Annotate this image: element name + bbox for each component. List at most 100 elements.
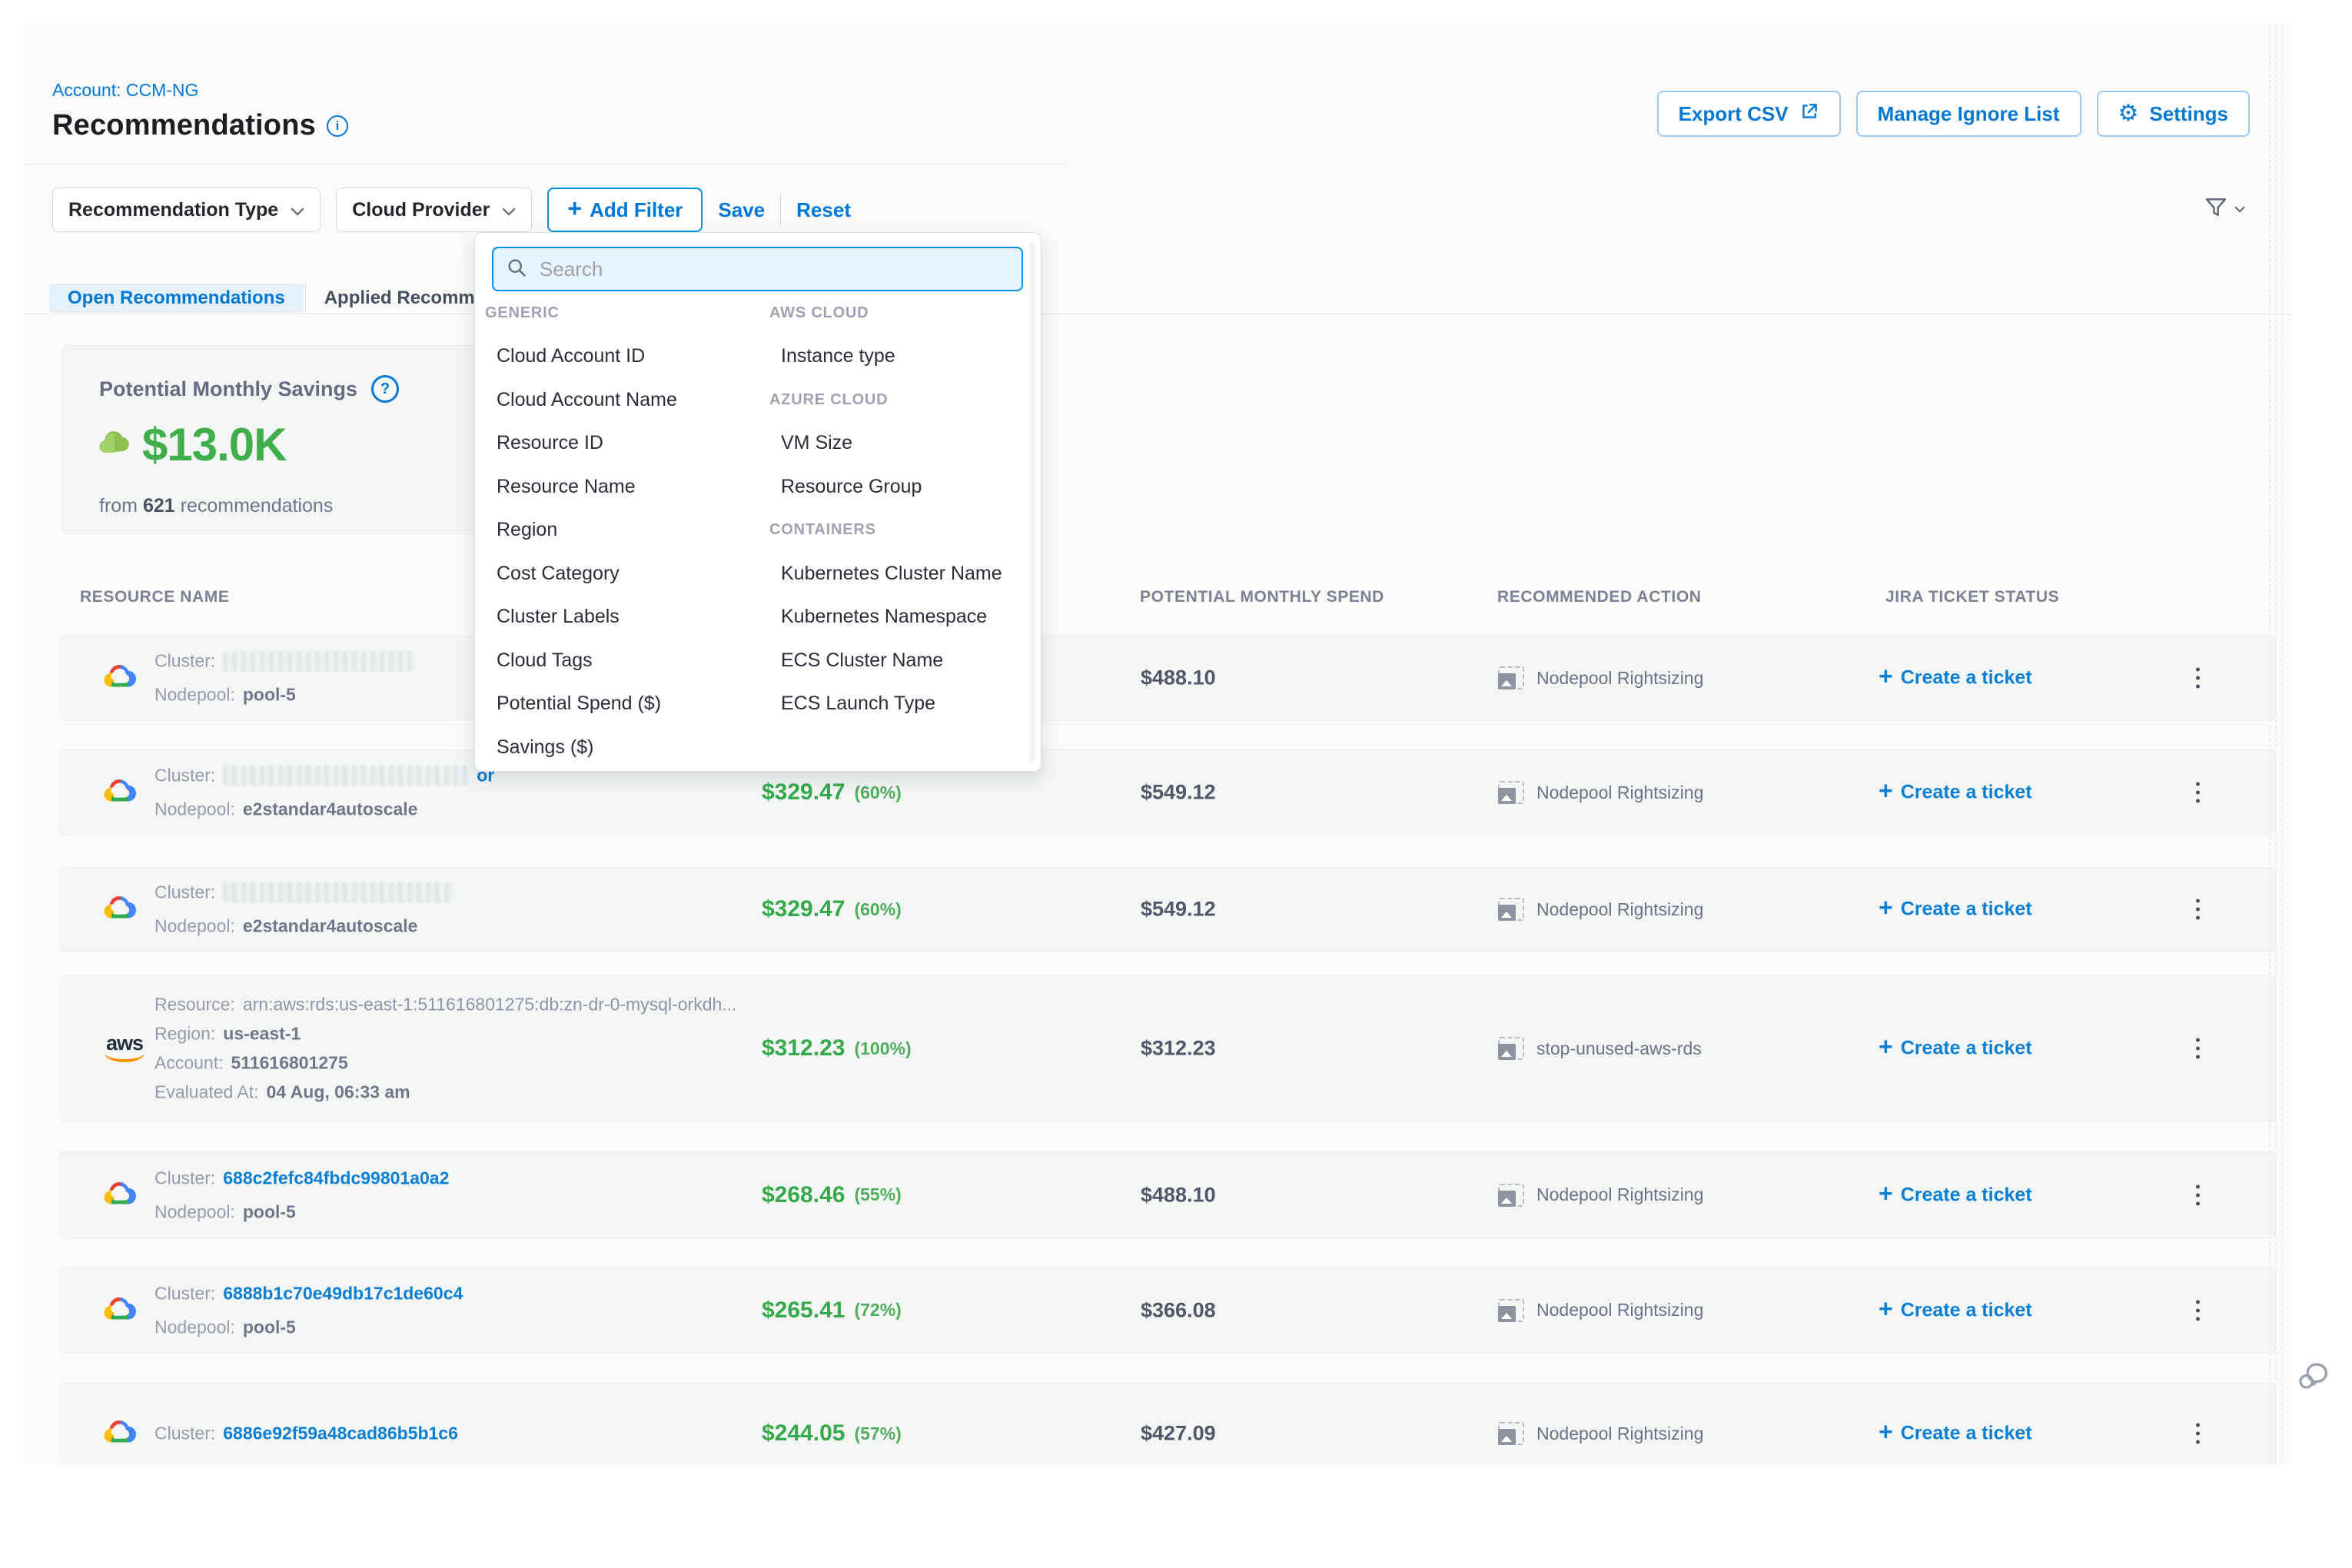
create-ticket-link[interactable]: +Create a ticket: [1879, 1421, 2032, 1447]
add-filter-label: Add Filter: [590, 198, 683, 222]
plus-icon: +: [1879, 777, 1893, 806]
filter-option[interactable]: Savings ($): [485, 726, 769, 769]
filter-option[interactable]: VM Size: [769, 422, 1021, 466]
potential-monthly-spend-value: $312.23: [1141, 1037, 1216, 1061]
potential-monthly-savings-value: $244.05(57%): [762, 1420, 902, 1447]
manage-ignore-list-button[interactable]: Manage Ignore List: [1856, 91, 2081, 137]
save-filter-button[interactable]: Save: [718, 198, 765, 222]
column-header: JIRA TICKET STATUS: [1885, 588, 2059, 606]
dropdown-scrollbar[interactable]: [1029, 242, 1035, 762]
reset-filter-button[interactable]: Reset: [796, 198, 851, 222]
recommended-action-label: Nodepool Rightsizing: [1536, 1184, 1703, 1205]
row-menu-button[interactable]: [2191, 1295, 2204, 1325]
row-menu-button[interactable]: [2191, 1180, 2204, 1210]
resource-name-cell: Cluster:Nodepool:e2standar4autoscale: [154, 882, 453, 937]
filter-option[interactable]: ECS Launch Type: [769, 683, 1021, 726]
filter-option[interactable]: Cost Category: [485, 552, 769, 596]
cluster-link[interactable]: 6888b1c70e49db17c1de60c4: [223, 1283, 463, 1304]
export-csv-button[interactable]: Export CSV: [1657, 91, 1841, 137]
filter-option[interactable]: Kubernetes Namespace: [769, 596, 1021, 639]
filter-option[interactable]: Resource Name: [485, 465, 769, 509]
resource-detail-label: Cluster:: [154, 1283, 215, 1304]
gcp-cloud-icon: [101, 661, 138, 696]
create-ticket-link[interactable]: + Create a ticket: [1879, 897, 2032, 922]
create-ticket-link[interactable]: +Create a ticket: [1879, 780, 2032, 806]
broken-image-icon: [1498, 1422, 1524, 1445]
filter-option[interactable]: Instance type: [769, 335, 1021, 379]
cluster-link[interactable]: 688c2fefc84fbdc99801a0a2: [223, 1168, 449, 1188]
row-menu-button[interactable]: [2191, 1034, 2204, 1064]
create-ticket-link[interactable]: +Create a ticket: [1879, 1036, 2032, 1061]
resource-name-cell: Resource:arn:aws:rds:us-east-1:511616801…: [154, 995, 736, 1103]
resource-line: Cluster:or: [154, 766, 494, 786]
resource-line: Cluster:6886e92f59a48cad86b5b1c6: [154, 1423, 458, 1444]
create-ticket-label: Create a ticket: [1901, 1038, 2032, 1060]
chevron-down-icon: [2234, 203, 2245, 217]
potential-monthly-spend-value: $427.09: [1141, 1422, 1216, 1446]
resource-name-cell: Cluster:688c2fefc84fbdc99801a0a2Nodepool…: [154, 1168, 449, 1222]
filter-option[interactable]: Kubernetes Cluster Name: [769, 552, 1021, 596]
tab-open-recommendations[interactable]: Open Recommendations: [49, 284, 304, 313]
cloud-provider-dropdown[interactable]: Cloud Provider: [336, 188, 532, 232]
recommended-action-label: Nodepool Rightsizing: [1536, 1423, 1703, 1444]
page-title: Recommendations: [52, 109, 316, 142]
row-menu-button[interactable]: [2191, 778, 2204, 808]
recommended-action-cell: Nodepool Rightsizing: [1498, 666, 1703, 689]
filter-actions-divider: [780, 194, 781, 225]
savings-subtext: from 621 recommendations: [99, 495, 333, 517]
cluster-link[interactable]: 6886e92f59a48cad86b5b1c6: [223, 1423, 458, 1444]
create-ticket-label: Create a ticket: [1901, 899, 2032, 921]
create-ticket-link[interactable]: +Create a ticket: [1879, 1297, 2032, 1323]
column-header: RESOURCE NAME: [80, 588, 229, 606]
resource-detail-label: Region:: [154, 1024, 215, 1045]
filter-panel-toggle[interactable]: [2204, 195, 2245, 224]
potential-monthly-savings-value: $265.41(72%): [762, 1297, 902, 1324]
page-title-row: Recommendations i: [52, 109, 348, 142]
broken-image-icon: [1498, 1184, 1524, 1207]
header-actions: Export CSV Manage Ignore List ⚙ Settings: [1657, 91, 2250, 137]
create-ticket-link[interactable]: +Create a ticket: [1879, 1182, 2032, 1208]
filter-option[interactable]: Cloud Tags: [485, 639, 769, 683]
filter-option[interactable]: Resource ID: [485, 422, 769, 466]
broken-image-icon: [1498, 666, 1524, 689]
gcp-cloud-icon: [101, 1178, 138, 1212]
filter-option[interactable]: ECS Cluster Name: [769, 639, 1021, 683]
potential-monthly-savings-value: $268.46(55%): [762, 1182, 902, 1208]
row-menu-button[interactable]: [2191, 895, 2204, 925]
potential-monthly-spend-value: $366.08: [1141, 1298, 1216, 1322]
filter-option[interactable]: Potential Spend ($): [485, 683, 769, 726]
cloud-provider-label: Cloud Provider: [352, 199, 490, 221]
plus-icon: +: [1879, 894, 1893, 922]
recommendation-type-dropdown[interactable]: Recommendation Type: [52, 188, 321, 232]
resource-line: Nodepool:pool-5: [154, 1317, 463, 1337]
recommended-action-label: Nodepool Rightsizing: [1536, 668, 1703, 689]
potential-monthly-savings-value: $312.23(100%): [762, 1035, 912, 1061]
recommended-action-label: stop-unused-aws-rds: [1536, 1038, 1702, 1059]
resource-detail-value: us-east-1: [223, 1024, 301, 1045]
filter-option[interactable]: Region: [485, 509, 769, 553]
filter-option[interactable]: Cloud Account ID: [485, 335, 769, 379]
create-ticket-link[interactable]: +Create a ticket: [1879, 666, 2032, 691]
help-chat-icon[interactable]: [2295, 1359, 2329, 1393]
filter-option[interactable]: Resource Group: [769, 465, 1021, 509]
gcp-cloud-icon: [101, 1293, 138, 1327]
add-filter-button[interactable]: + Add Filter: [547, 188, 703, 232]
resource-detail-label: Cluster:: [154, 882, 215, 903]
filter-search-input[interactable]: [538, 257, 1009, 282]
filter-option[interactable]: Cloud Account Name: [485, 378, 769, 422]
resource-detail-value: pool-5: [243, 1317, 296, 1337]
row-menu-button[interactable]: [2191, 1419, 2204, 1449]
search-icon: [506, 257, 527, 282]
filter-option[interactable]: Cluster Labels: [485, 596, 769, 639]
resource-line: Region: us-east-1: [154, 1024, 736, 1045]
row-menu-button[interactable]: [2191, 663, 2204, 693]
column-header: POTENTIAL MONTHLY SPEND: [1140, 588, 1384, 606]
settings-button[interactable]: ⚙ Settings: [2097, 91, 2250, 137]
help-icon[interactable]: ?: [371, 375, 399, 403]
account-breadcrumb-link[interactable]: Account: CCM-NG: [52, 80, 198, 101]
resource-name-cell: Cluster: 6888b1c70e49db17c1de60c4 Nodepool…: [154, 1283, 463, 1337]
recommendation-type-label: Recommendation Type: [68, 199, 278, 221]
info-icon[interactable]: i: [327, 115, 348, 137]
resource-name-cell: Cluster:orNodepool:e2standar4autoscale: [154, 766, 494, 820]
aws-cloud-icon: aws: [101, 1035, 148, 1062]
